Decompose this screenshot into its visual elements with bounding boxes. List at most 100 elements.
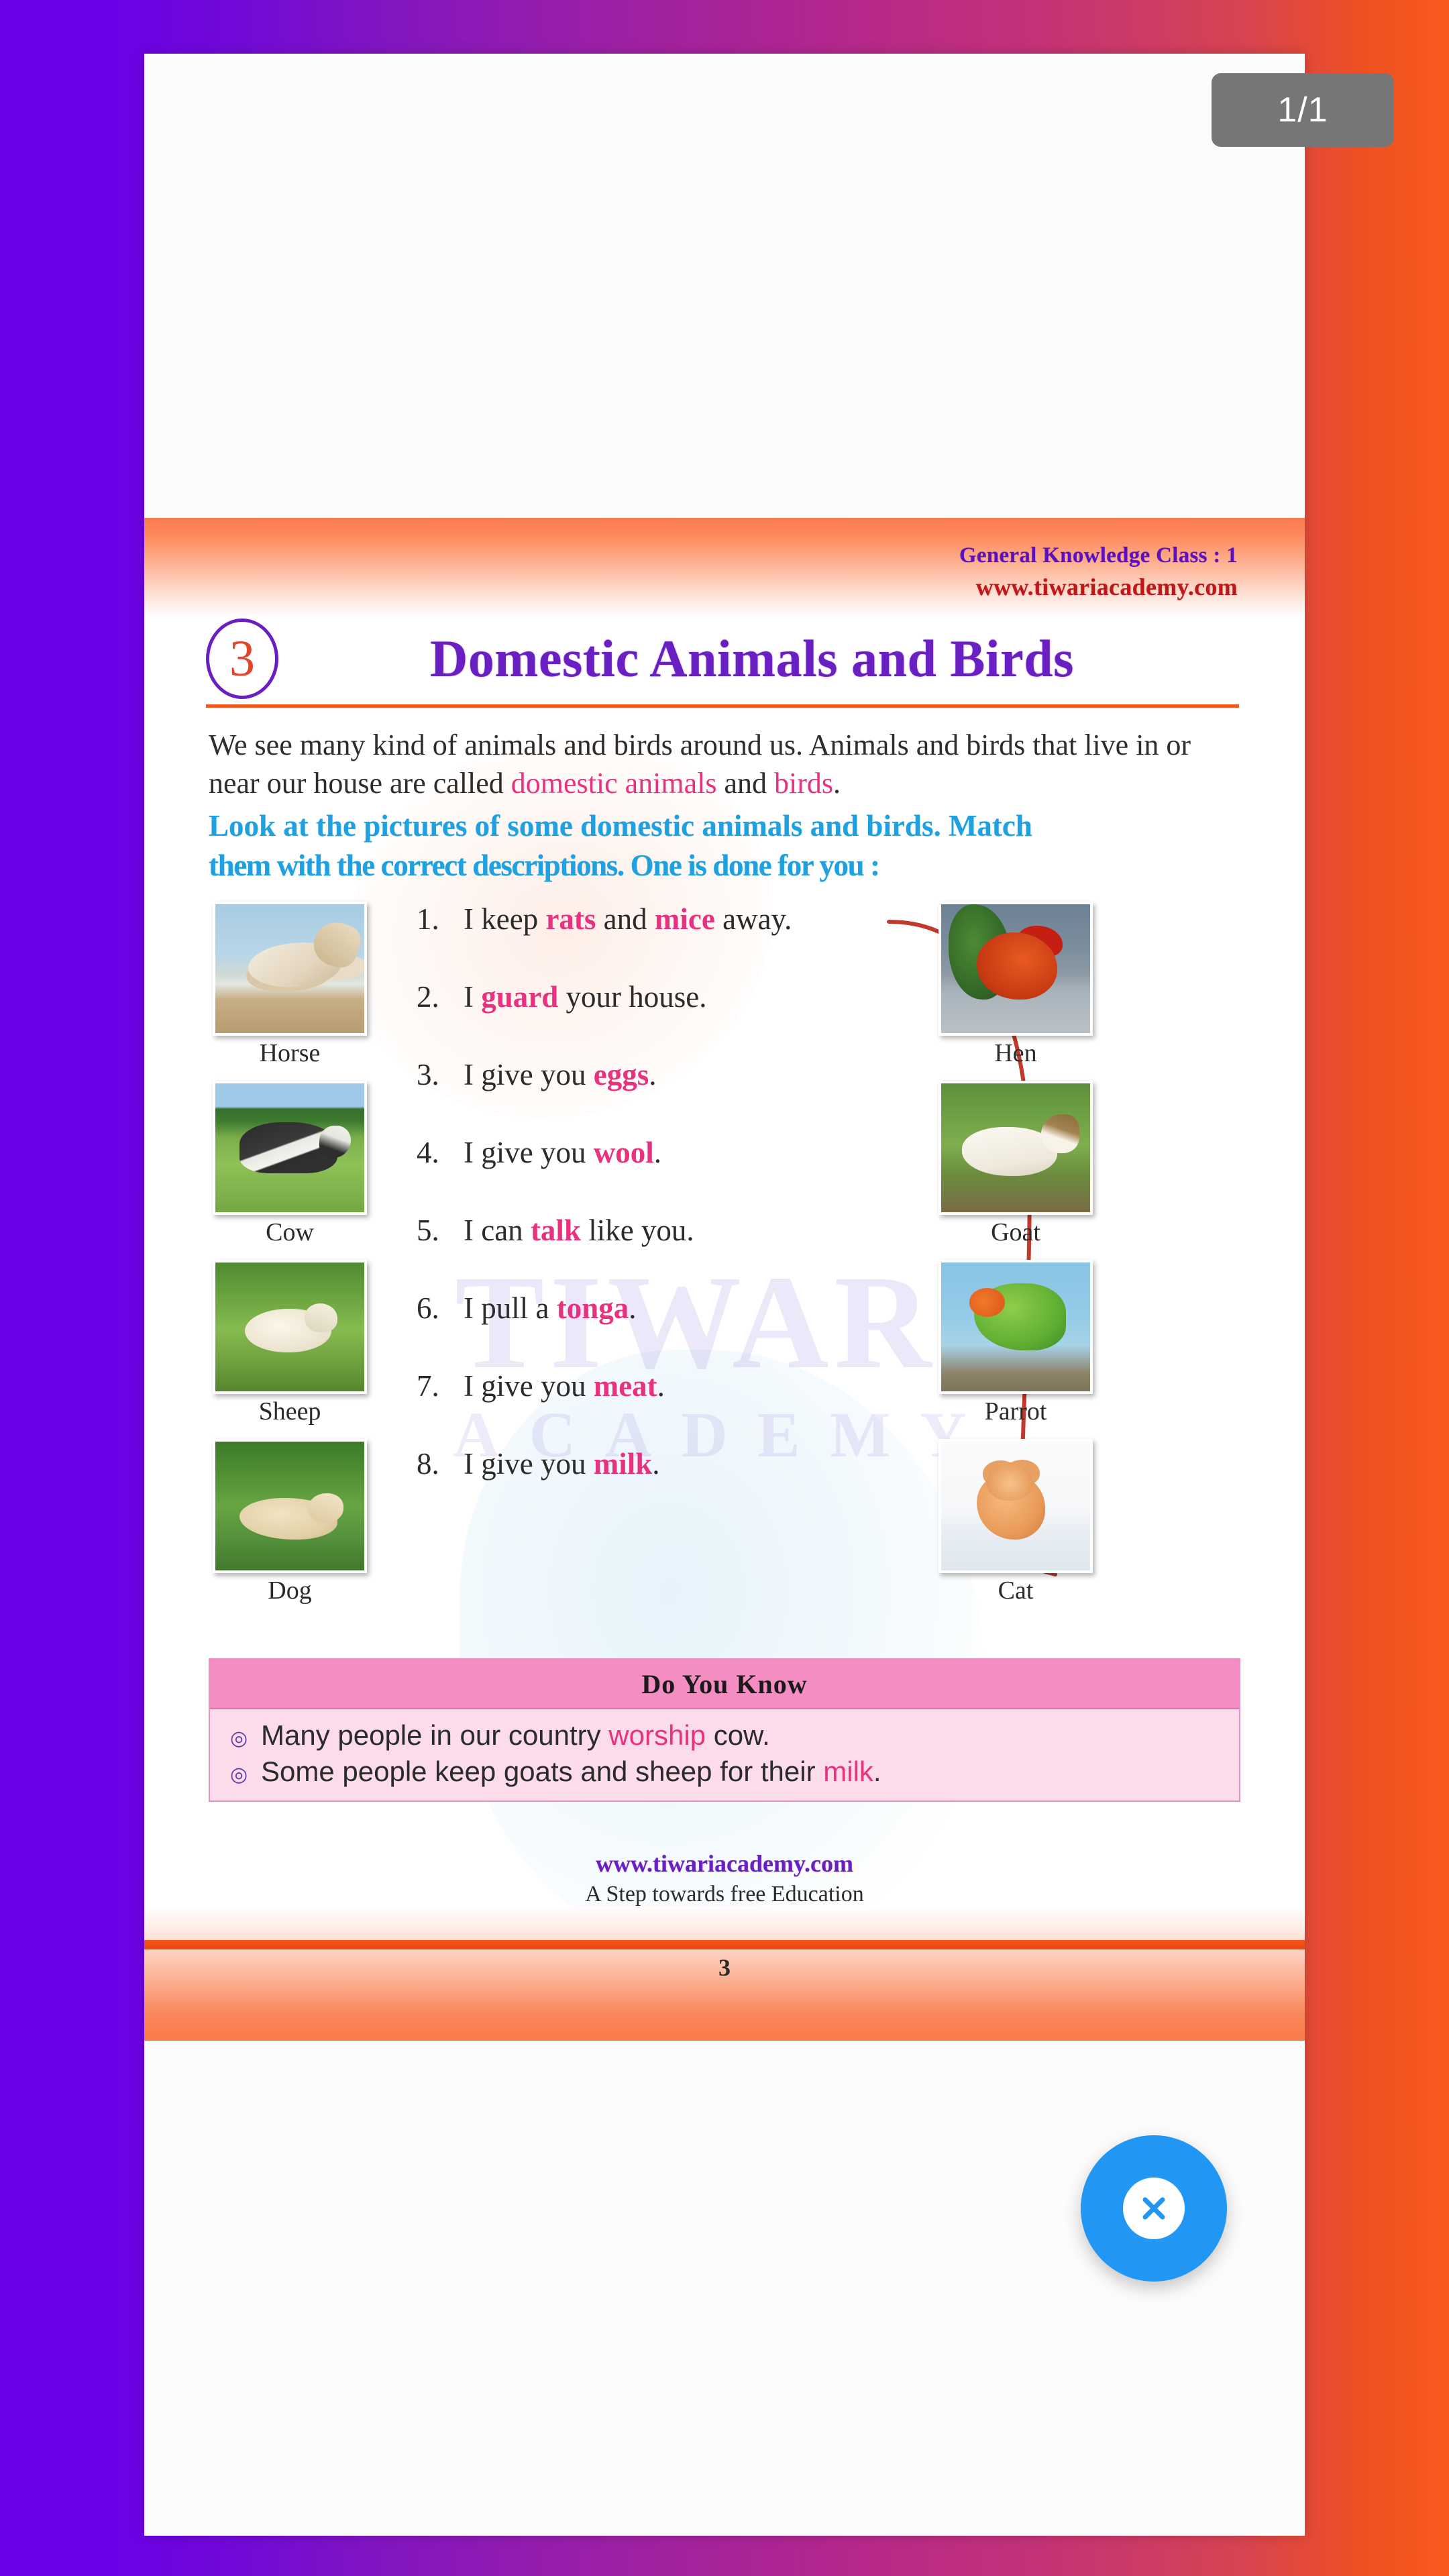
question-text-8: I give you milk. [464,1449,660,1479]
question-number-4: 4. [417,1136,439,1169]
horse-photo [215,904,364,1033]
document-scan: TIWARI ACADEMY General Knowledge Class :… [144,518,1305,2041]
do-you-know-box: Do You Know ◎ Many people in our country… [209,1658,1240,1802]
picture-label-sheep: Sheep [258,1397,321,1426]
q5-pre: I can [464,1214,531,1247]
cow-photo-frame [213,1081,367,1215]
question-text-7: I give you meat. [464,1371,665,1401]
intro-text-3: . [833,767,841,800]
q8-hl: milk [593,1447,653,1481]
dog-photo-frame [213,1439,367,1573]
instruction-line-2: them with the correct descriptions. One … [209,849,880,883]
q3-pre: I give you [464,1058,594,1091]
question-number-1: 1. [417,902,439,936]
instruction-text: Look at the pictures of some domestic an… [209,806,1234,886]
document-footer: www.tiwariacademy.com A Step towards fre… [144,1849,1305,1907]
chapter-number: 3 [229,631,255,687]
do-you-know-heading: Do You Know [210,1660,1239,1709]
left-picture-column: Horse Cow Sheep Dog [213,902,367,1618]
sheep-photo [215,1263,364,1391]
picture-card-dog: Dog [213,1439,367,1603]
intro-text-2: and [716,767,775,800]
intro-paragraph: We see many kind of animals and birds ar… [209,726,1234,802]
sheep-photo-frame [213,1260,367,1394]
q6-mid: . [629,1291,637,1325]
dyk-1-pre: Many people in our country [261,1719,609,1751]
q8-mid: . [652,1447,660,1481]
q1-hl: rats [545,902,596,936]
picture-label-cat: Cat [998,1576,1034,1605]
dyk-1-hl: worship [608,1719,706,1751]
picture-label-hen: Hen [994,1039,1037,1067]
cat-photo-frame [938,1439,1093,1573]
do-you-know-item-2: ◎ Some people keep goats and sheep for t… [210,1754,1239,1790]
goat-photo [941,1083,1090,1212]
do-you-know-body: ◎ Many people in our country worship cow… [210,1709,1239,1801]
question-item-6: 6. I pull a tonga. [417,1293,886,1371]
bullet-icon: ◎ [230,1763,248,1786]
q1-mid: and [596,902,655,936]
do-you-know-item-1: ◎ Many people in our country worship cow… [210,1717,1239,1754]
picture-label-goat: Goat [991,1218,1040,1246]
dyk-2-post: . [873,1755,881,1787]
parrot-photo-frame [938,1260,1093,1394]
q3-hl: eggs [593,1058,649,1091]
question-text-6: I pull a tonga. [464,1293,636,1324]
q6-hl: tonga [556,1291,629,1325]
q2-pre: I [464,980,482,1014]
picture-card-horse: Horse [213,902,367,1066]
intro-highlight-2: birds [774,767,834,800]
q4-pre: I give you [464,1136,594,1169]
question-item-8: 8. I give you milk. [417,1449,886,1527]
question-number-3: 3. [417,1058,439,1091]
question-text-2: I guard your house. [464,982,707,1012]
hen-photo-frame [938,902,1093,1036]
q7-hl: meat [593,1369,657,1403]
parrot-photo [941,1263,1090,1391]
right-picture-column: Hen Goat Parrot Cat [938,902,1093,1618]
picture-card-hen: Hen [938,902,1093,1066]
q2-mid: your house. [558,980,707,1014]
footer-url: www.tiwariacademy.com [596,1850,853,1877]
picture-card-sheep: Sheep [213,1260,367,1424]
q7-pre: I give you [464,1369,594,1403]
q4-mid: . [653,1136,661,1169]
question-item-1: 1. I keep rats and mice away. [417,904,886,982]
q5-hl: talk [530,1214,581,1247]
close-icon [1123,2178,1185,2239]
question-number-7: 7. [417,1369,439,1403]
question-item-7: 7. I give you meat. [417,1371,886,1449]
dyk-2-hl: milk [823,1755,873,1787]
header-site-url: www.tiwariacademy.com [975,573,1238,600]
question-number-8: 8. [417,1447,439,1481]
question-text-5: I can talk like you. [464,1216,694,1246]
page-indicator-badge: 1/1 [1212,73,1394,147]
question-number-2: 2. [417,980,439,1014]
question-item-4: 4. I give you wool. [417,1138,886,1216]
title-underline [206,704,1239,708]
question-number-5: 5. [417,1214,439,1247]
q1-post: away. [714,902,792,936]
picture-label-cow: Cow [266,1218,314,1246]
bullet-icon: ◎ [230,1727,248,1750]
hen-photo [941,904,1090,1033]
dyk-2-pre: Some people keep goats and sheep for the… [261,1755,824,1787]
q8-pre: I give you [464,1447,594,1481]
dyk-2-text: Some people keep goats and sheep for the… [261,1754,881,1790]
question-list: 1. I keep rats and mice away. 2. I guard… [417,904,886,1527]
cow-photo [215,1083,364,1212]
q4-hl: wool [593,1136,654,1169]
picture-label-dog: Dog [268,1576,312,1605]
picture-card-parrot: Parrot [938,1260,1093,1424]
footer-rule [144,1940,1305,1949]
picture-card-cow: Cow [213,1081,367,1245]
picture-card-goat: Goat [938,1081,1093,1245]
close-fab[interactable] [1081,2135,1227,2282]
page-title: Domestic Animals and Birds [430,629,1074,688]
page-indicator-label: 1/1 [1277,91,1328,129]
q3-mid: . [649,1058,657,1091]
goat-photo-frame [938,1081,1093,1215]
picture-card-cat: Cat [938,1439,1093,1603]
question-text-1: I keep rats and mice away. [464,904,792,934]
instruction-line-1: Look at the pictures of some domestic an… [209,809,1032,843]
